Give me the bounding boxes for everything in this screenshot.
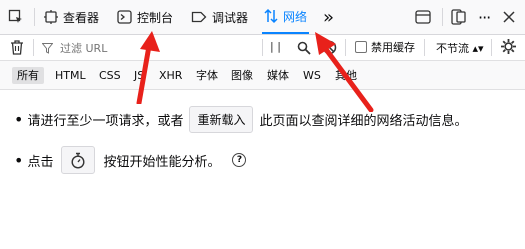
search-button[interactable] bbox=[297, 40, 311, 59]
cursor-picker-icon bbox=[8, 9, 22, 23]
performance-notice: • 点击 按钮开始性能分析。 ? bbox=[14, 146, 247, 174]
tab-console[interactable]: 控制台 bbox=[117, 0, 173, 34]
close-toolbox-button[interactable] bbox=[503, 0, 515, 34]
type-fonts-button[interactable]: 字体 bbox=[191, 67, 223, 84]
help-icon[interactable]: ? bbox=[232, 153, 247, 167]
throttling-select[interactable]: 不节流 ▴▾ bbox=[436, 40, 484, 56]
filter-url-input[interactable] bbox=[58, 40, 242, 56]
filter-funnel-icon bbox=[42, 42, 53, 54]
close-icon bbox=[503, 11, 515, 23]
tab-console-label: 控制台 bbox=[137, 10, 174, 25]
network-filter-bar: | | 禁用缓存 不节流 ▴▾ bbox=[0, 35, 525, 61]
type-xhr-button[interactable]: XHR bbox=[154, 67, 187, 84]
type-css-button[interactable]: CSS bbox=[94, 67, 126, 84]
bullet: • bbox=[14, 150, 24, 170]
tab-debugger-label: 调试器 bbox=[212, 10, 249, 25]
inspector-icon bbox=[44, 10, 58, 24]
filter-url-field[interactable] bbox=[42, 39, 252, 57]
type-ws-button[interactable]: WS bbox=[298, 67, 326, 84]
pause-icon: | | bbox=[270, 40, 281, 53]
devtools-toolbar: 查看器 控制台 调试器 网络 » ··· bbox=[0, 0, 525, 35]
tab-inspector[interactable]: 查看器 bbox=[44, 0, 99, 34]
disable-cache-toggle[interactable]: 禁用缓存 bbox=[355, 39, 415, 55]
tab-network-label: 网络 bbox=[283, 9, 308, 24]
dock-icon bbox=[451, 9, 466, 25]
filter-divider bbox=[345, 39, 346, 56]
network-settings-button[interactable] bbox=[500, 38, 517, 59]
disable-cache-checkbox[interactable] bbox=[355, 41, 367, 53]
console-icon bbox=[117, 10, 132, 24]
tab-debugger[interactable]: 调试器 bbox=[191, 0, 248, 34]
toggle-split-console-button[interactable] bbox=[415, 0, 431, 34]
type-images-button[interactable]: 图像 bbox=[226, 67, 258, 84]
tab-network[interactable]: 网络 bbox=[262, 0, 310, 34]
reload-notice-prefix: 请进行至少一项请求，或者 bbox=[27, 114, 184, 129]
type-html-button[interactable]: HTML bbox=[50, 67, 91, 84]
search-icon bbox=[297, 41, 311, 55]
block-icon bbox=[322, 40, 337, 55]
tab-inspector-label: 查看器 bbox=[63, 10, 100, 25]
debugger-icon bbox=[191, 11, 207, 23]
filter-divider bbox=[424, 39, 425, 56]
toolbar-divider bbox=[34, 8, 35, 26]
pause-button[interactable]: | | bbox=[270, 40, 281, 53]
stopwatch-icon bbox=[71, 152, 85, 169]
disable-cache-label: 禁用缓存 bbox=[371, 41, 415, 54]
type-other-button[interactable]: 其他 bbox=[330, 67, 362, 84]
element-picker-button[interactable] bbox=[8, 0, 24, 34]
filter-divider bbox=[491, 39, 492, 56]
chevron-double-right-icon: » bbox=[323, 6, 335, 28]
split-layout-icon bbox=[415, 10, 431, 24]
toolbar-divider bbox=[442, 8, 443, 26]
filter-divider bbox=[262, 39, 263, 56]
bullet: • bbox=[14, 110, 24, 129]
type-all-button[interactable]: 所有 bbox=[12, 67, 44, 84]
reload-button[interactable]: 重新载入 bbox=[189, 106, 254, 133]
gear-icon bbox=[501, 39, 516, 54]
type-media-button[interactable]: 媒体 bbox=[262, 67, 294, 84]
reload-notice: • 请进行至少一项请求，或者 重新载入 此页面以查阅详细的网络活动信息。 bbox=[14, 106, 467, 133]
dock-options-button[interactable] bbox=[451, 0, 466, 34]
trash-icon bbox=[11, 40, 23, 55]
clear-button[interactable] bbox=[10, 40, 24, 59]
reload-notice-suffix: 此页面以查阅详细的网络活动信息。 bbox=[259, 114, 468, 129]
request-blocking-button[interactable] bbox=[322, 40, 337, 59]
request-type-bar: 所有 HTML CSS JS XHR 字体 图像 媒体 WS 其他 bbox=[0, 61, 525, 90]
performance-notice-suffix: 按钮开始性能分析。 bbox=[103, 154, 221, 170]
ellipsis-icon: ··· bbox=[478, 7, 491, 27]
start-performance-analysis-button[interactable] bbox=[61, 146, 96, 174]
performance-notice-prefix: 点击 bbox=[27, 154, 54, 170]
type-js-button[interactable]: JS bbox=[129, 67, 149, 84]
throttling-value: 不节流 ▴▾ bbox=[436, 42, 484, 55]
more-tools-button[interactable]: » bbox=[323, 0, 334, 34]
filter-divider bbox=[33, 39, 34, 56]
network-arrows-icon bbox=[264, 8, 278, 24]
network-empty-notice: • 请进行至少一项请求，或者 重新载入 此页面以查阅详细的网络活动信息。 • 点… bbox=[0, 90, 525, 249]
overflow-menu-button[interactable]: ··· bbox=[478, 0, 491, 34]
